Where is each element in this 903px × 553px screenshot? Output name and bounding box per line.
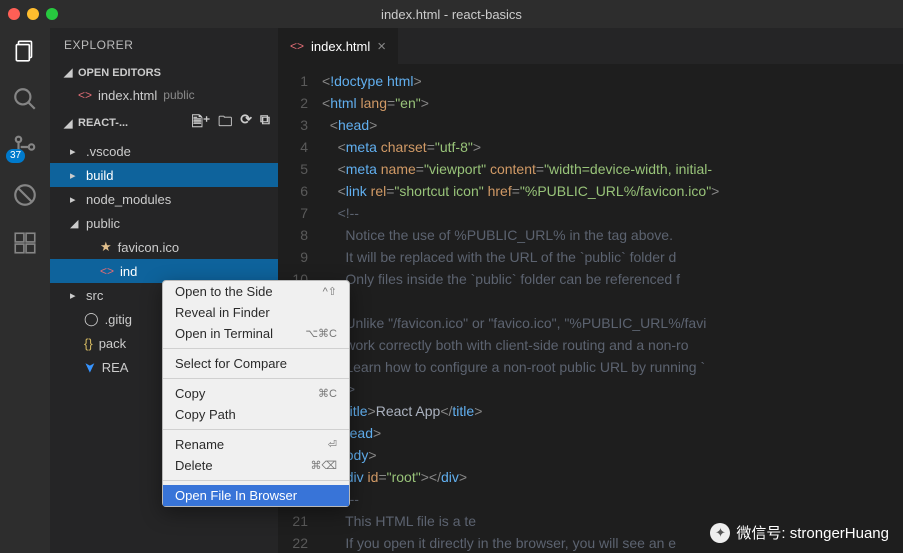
menu-open-side[interactable]: Open to the Side^⇧ xyxy=(163,281,349,302)
new-folder-icon[interactable]: 🗀 xyxy=(218,111,232,135)
star-icon: ★ xyxy=(100,239,112,255)
menu-copy-path[interactable]: Copy Path xyxy=(163,404,349,425)
menu-select-compare[interactable]: Select for Compare xyxy=(163,353,349,374)
close-tab-icon[interactable]: × xyxy=(377,38,386,55)
editor: <> index.html × 123456789101112131415161… xyxy=(278,28,903,553)
sidebar-title: EXPLORER xyxy=(50,28,278,62)
menu-open-terminal[interactable]: Open in Terminal⌥⌘C xyxy=(163,323,349,344)
open-editors-section[interactable]: ◢OPEN EDITORS xyxy=(50,62,278,83)
search-icon[interactable] xyxy=(12,86,38,112)
scm-badge: 37 xyxy=(6,149,25,163)
tree-node-modules[interactable]: ▸node_modules xyxy=(50,187,278,211)
tab-index-html[interactable]: <> index.html × xyxy=(278,28,398,64)
debug-icon[interactable] xyxy=(12,182,38,208)
menu-copy[interactable]: Copy⌘C xyxy=(163,383,349,404)
json-icon: {} xyxy=(84,336,93,351)
html-file-icon: <> xyxy=(78,88,92,102)
refresh-icon[interactable]: ⟳ xyxy=(240,111,252,135)
explorer-icon[interactable] xyxy=(12,38,38,64)
html-file-icon: <> xyxy=(100,264,114,278)
new-file-icon[interactable]: 🗎⁺ xyxy=(192,111,211,135)
activity-bar: 37 xyxy=(0,28,50,553)
html-file-icon: <> xyxy=(290,39,304,53)
window-title: index.html - react-basics xyxy=(381,7,522,22)
tree-build[interactable]: ▸build xyxy=(50,163,278,187)
maximize-window-icon[interactable] xyxy=(46,8,58,20)
source-control-icon[interactable]: 37 xyxy=(12,134,38,160)
tree-vscode[interactable]: ▸.vscode xyxy=(50,139,278,163)
menu-delete[interactable]: Delete⌘⌫ xyxy=(163,455,349,476)
context-menu: Open to the Side^⇧ Reveal in Finder Open… xyxy=(162,280,350,507)
close-window-icon[interactable] xyxy=(8,8,20,20)
project-section[interactable]: ◢REACT-... 🗎⁺ 🗀 ⟳ ⧉ xyxy=(50,107,278,139)
open-editor-item[interactable]: <> index.html public xyxy=(50,83,278,107)
code-area[interactable]: 12345678910111213141516171819202122 <!do… xyxy=(278,64,903,553)
collapse-icon[interactable]: ⧉ xyxy=(260,111,270,135)
watermark: ✦ 微信号: strongerHuang xyxy=(710,522,889,543)
github-icon: ◯ xyxy=(84,311,99,327)
titlebar: index.html - react-basics xyxy=(0,0,903,28)
menu-rename[interactable]: Rename⏎ xyxy=(163,434,349,455)
tab-bar: <> index.html × xyxy=(278,28,903,64)
code-lines: <!doctype html> <html lang="en"> <head> … xyxy=(322,64,719,553)
tree-public[interactable]: ◢public xyxy=(50,211,278,235)
menu-open-browser[interactable]: Open File In Browser xyxy=(163,485,349,506)
tree-favicon[interactable]: ★favicon.ico xyxy=(50,235,278,259)
markdown-icon: ➤ xyxy=(81,361,98,373)
wechat-icon: ✦ xyxy=(710,523,730,543)
menu-reveal-finder[interactable]: Reveal in Finder xyxy=(163,302,349,323)
traffic-lights xyxy=(8,8,58,20)
minimize-window-icon[interactable] xyxy=(27,8,39,20)
extensions-icon[interactable] xyxy=(12,230,38,256)
